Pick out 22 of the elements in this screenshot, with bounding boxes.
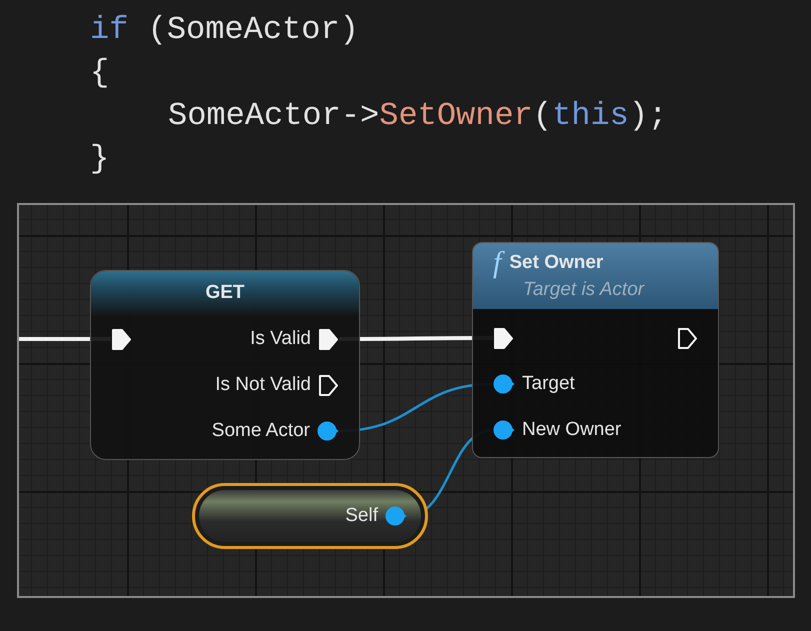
exec-pin-icon[interactable] xyxy=(318,374,339,396)
node-title: Set Owner xyxy=(509,251,604,275)
pin-label: Is Not Valid xyxy=(215,372,311,397)
node-title: GET xyxy=(205,281,245,306)
object-pin-icon[interactable] xyxy=(493,374,515,394)
code-line: { xyxy=(90,53,110,93)
pin-label: Target xyxy=(522,372,575,396)
exec-pin-icon[interactable] xyxy=(318,328,339,350)
object-pin-icon[interactable] xyxy=(385,506,407,526)
pin-label: New Owner xyxy=(522,418,622,442)
pin-label: Self xyxy=(345,504,378,528)
code-line: SomeActor->SetOwner(this); xyxy=(168,96,668,136)
exec-pin-icon[interactable] xyxy=(677,326,698,350)
pin-label: Some Actor xyxy=(212,418,310,443)
object-pin-icon[interactable] xyxy=(493,420,515,440)
exec-pin-icon[interactable] xyxy=(111,328,132,350)
object-pin-icon[interactable] xyxy=(317,421,339,441)
node-subtitle: Target is Actor xyxy=(522,278,646,302)
pin-label: Is Valid xyxy=(250,326,311,351)
code-line: if (SomeActor) xyxy=(90,10,360,50)
exec-pin-icon[interactable] xyxy=(493,326,514,350)
code-line: } xyxy=(90,139,110,179)
